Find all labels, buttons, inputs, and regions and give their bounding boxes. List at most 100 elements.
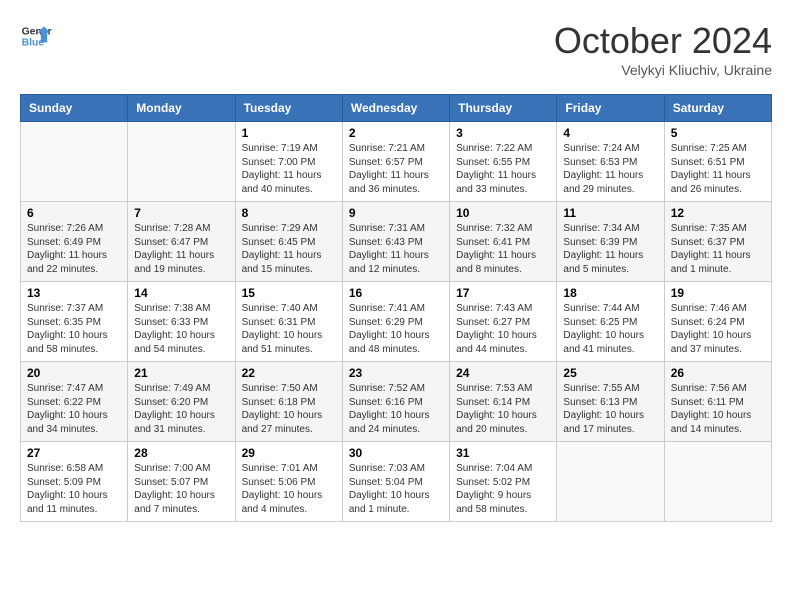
weekday-header: Thursday [450, 95, 557, 122]
calendar-cell: 22Sunrise: 7:50 AM Sunset: 6:18 PM Dayli… [235, 362, 342, 442]
location: Velykyi Kliuchiv, Ukraine [554, 62, 772, 78]
calendar-cell: 8 Sunrise: 7:29 AM Sunset: 6:45 PM Daylig… [235, 202, 342, 282]
calendar-week-row: 20Sunrise: 7:47 AM Sunset: 6:22 PM Dayli… [21, 362, 772, 442]
day-info: Sunrise: 7:19 AM Sunset: 7:00 PM Dayligh… [242, 142, 336, 196]
calendar-cell: 28 Sunrise: 7:00 AM Sunset: 5:07 PM Dayli… [128, 442, 235, 522]
day-info: Sunrise: 7:44 AM Sunset: 6:25 PM Dayligh… [563, 302, 657, 356]
day-info: Sunrise: 7:34 AM Sunset: 6:39 PM Dayligh… [563, 222, 657, 276]
day-number: 16 [349, 286, 443, 300]
calendar-cell: 24 Sunrise: 7:53 AM Sunset: 6:14 PM Dayli… [450, 362, 557, 442]
month-title: October 2024 [554, 20, 772, 62]
title-block: October 2024 Velykyi Kliuchiv, Ukraine [554, 20, 772, 78]
day-info: Sunrise: 7:00 AM Sunset: 5:07 PM Dayligh… [134, 462, 228, 516]
day-info: Sunrise: 7:43 AM Sunset: 6:27 PM Dayligh… [456, 302, 550, 356]
calendar-cell: 29Sunrise: 7:01 AM Sunset: 5:06 PM Dayli… [235, 442, 342, 522]
calendar-cell: 12 Sunrise: 7:35 AM Sunset: 6:37 PM Dayli… [664, 202, 771, 282]
day-number: 1 [242, 126, 336, 140]
calendar-cell [128, 122, 235, 202]
logo-icon: General Blue [20, 20, 52, 52]
calendar-cell: 13Sunrise: 7:37 AM Sunset: 6:35 PM Dayli… [21, 282, 128, 362]
day-info: Sunrise: 7:40 AM Sunset: 6:31 PM Dayligh… [242, 302, 336, 356]
calendar-cell: 23Sunrise: 7:52 AM Sunset: 6:16 PM Dayli… [342, 362, 449, 442]
calendar-cell: 17 Sunrise: 7:43 AM Sunset: 6:27 PM Dayli… [450, 282, 557, 362]
day-number: 23 [349, 366, 443, 380]
calendar-week-row: 1 Sunrise: 7:19 AM Sunset: 7:00 PM Daylig… [21, 122, 772, 202]
calendar-cell: 25 Sunrise: 7:55 AM Sunset: 6:13 PM Dayli… [557, 362, 664, 442]
calendar-cell: 16 Sunrise: 7:41 AM Sunset: 6:29 PM Dayli… [342, 282, 449, 362]
day-info: Sunrise: 7:22 AM Sunset: 6:55 PM Dayligh… [456, 142, 550, 196]
day-info: Sunrise: 7:53 AM Sunset: 6:14 PM Dayligh… [456, 382, 550, 436]
day-info: Sunrise: 7:32 AM Sunset: 6:41 PM Dayligh… [456, 222, 550, 276]
calendar-cell: 5 Sunrise: 7:25 AM Sunset: 6:51 PM Daylig… [664, 122, 771, 202]
calendar-cell: 21Sunrise: 7:49 AM Sunset: 6:20 PM Dayli… [128, 362, 235, 442]
day-number: 5 [671, 126, 765, 140]
day-info: Sunrise: 7:46 AM Sunset: 6:24 PM Dayligh… [671, 302, 765, 356]
day-info: Sunrise: 7:29 AM Sunset: 6:45 PM Dayligh… [242, 222, 336, 276]
day-number: 27 [27, 446, 121, 460]
day-number: 13 [27, 286, 121, 300]
day-number: 4 [563, 126, 657, 140]
day-info: Sunrise: 7:55 AM Sunset: 6:13 PM Dayligh… [563, 382, 657, 436]
day-number: 31 [456, 446, 550, 460]
day-number: 8 [242, 206, 336, 220]
calendar-cell: 19 Sunrise: 7:46 AM Sunset: 6:24 PM Dayli… [664, 282, 771, 362]
day-info: Sunrise: 7:31 AM Sunset: 6:43 PM Dayligh… [349, 222, 443, 276]
calendar-cell: 3Sunrise: 7:22 AM Sunset: 6:55 PM Daylig… [450, 122, 557, 202]
day-info: Sunrise: 7:25 AM Sunset: 6:51 PM Dayligh… [671, 142, 765, 196]
calendar-week-row: 13Sunrise: 7:37 AM Sunset: 6:35 PM Dayli… [21, 282, 772, 362]
calendar-cell: 27 Sunrise: 6:58 AM Sunset: 5:09 PM Dayli… [21, 442, 128, 522]
day-info: Sunrise: 7:24 AM Sunset: 6:53 PM Dayligh… [563, 142, 657, 196]
day-number: 24 [456, 366, 550, 380]
day-number: 26 [671, 366, 765, 380]
day-number: 15 [242, 286, 336, 300]
calendar-cell: 1 Sunrise: 7:19 AM Sunset: 7:00 PM Daylig… [235, 122, 342, 202]
day-number: 10 [456, 206, 550, 220]
day-info: Sunrise: 7:28 AM Sunset: 6:47 PM Dayligh… [134, 222, 228, 276]
day-info: Sunrise: 7:56 AM Sunset: 6:11 PM Dayligh… [671, 382, 765, 436]
calendar-week-row: 6 Sunrise: 7:26 AM Sunset: 6:49 PM Daylig… [21, 202, 772, 282]
day-number: 19 [671, 286, 765, 300]
calendar-cell: 2Sunrise: 7:21 AM Sunset: 6:57 PM Daylig… [342, 122, 449, 202]
day-number: 11 [563, 206, 657, 220]
calendar-cell [664, 442, 771, 522]
calendar-cell: 7 Sunrise: 7:28 AM Sunset: 6:47 PM Daylig… [128, 202, 235, 282]
day-info: Sunrise: 7:35 AM Sunset: 6:37 PM Dayligh… [671, 222, 765, 276]
day-number: 25 [563, 366, 657, 380]
calendar-cell: 4 Sunrise: 7:24 AM Sunset: 6:53 PM Daylig… [557, 122, 664, 202]
calendar-table: SundayMondayTuesdayWednesdayThursdayFrid… [20, 94, 772, 522]
weekday-header: Friday [557, 95, 664, 122]
calendar-cell [21, 122, 128, 202]
day-number: 6 [27, 206, 121, 220]
day-number: 20 [27, 366, 121, 380]
day-number: 9 [349, 206, 443, 220]
day-info: Sunrise: 7:04 AM Sunset: 5:02 PM Dayligh… [456, 462, 550, 516]
day-number: 22 [242, 366, 336, 380]
calendar-cell: 6 Sunrise: 7:26 AM Sunset: 6:49 PM Daylig… [21, 202, 128, 282]
weekday-header: Sunday [21, 95, 128, 122]
calendar-cell: 20Sunrise: 7:47 AM Sunset: 6:22 PM Dayli… [21, 362, 128, 442]
day-number: 17 [456, 286, 550, 300]
day-info: Sunrise: 7:26 AM Sunset: 6:49 PM Dayligh… [27, 222, 121, 276]
weekday-header-row: SundayMondayTuesdayWednesdayThursdayFrid… [21, 95, 772, 122]
day-number: 18 [563, 286, 657, 300]
day-number: 29 [242, 446, 336, 460]
calendar-cell: 30Sunrise: 7:03 AM Sunset: 5:04 PM Dayli… [342, 442, 449, 522]
calendar-cell: 18 Sunrise: 7:44 AM Sunset: 6:25 PM Dayli… [557, 282, 664, 362]
day-info: Sunrise: 7:41 AM Sunset: 6:29 PM Dayligh… [349, 302, 443, 356]
calendar-week-row: 27 Sunrise: 6:58 AM Sunset: 5:09 PM Dayli… [21, 442, 772, 522]
day-info: Sunrise: 7:03 AM Sunset: 5:04 PM Dayligh… [349, 462, 443, 516]
weekday-header: Monday [128, 95, 235, 122]
weekday-header: Tuesday [235, 95, 342, 122]
day-info: Sunrise: 7:21 AM Sunset: 6:57 PM Dayligh… [349, 142, 443, 196]
page-header: General Blue October 2024 Velykyi Kliuch… [20, 20, 772, 78]
day-number: 28 [134, 446, 228, 460]
calendar-cell: 31 Sunrise: 7:04 AM Sunset: 5:02 PM Dayli… [450, 442, 557, 522]
calendar-cell: 9 Sunrise: 7:31 AM Sunset: 6:43 PM Daylig… [342, 202, 449, 282]
day-info: Sunrise: 7:38 AM Sunset: 6:33 PM Dayligh… [134, 302, 228, 356]
day-number: 21 [134, 366, 228, 380]
day-number: 7 [134, 206, 228, 220]
day-info: Sunrise: 6:58 AM Sunset: 5:09 PM Dayligh… [27, 462, 121, 516]
day-number: 14 [134, 286, 228, 300]
day-number: 12 [671, 206, 765, 220]
calendar-cell [557, 442, 664, 522]
